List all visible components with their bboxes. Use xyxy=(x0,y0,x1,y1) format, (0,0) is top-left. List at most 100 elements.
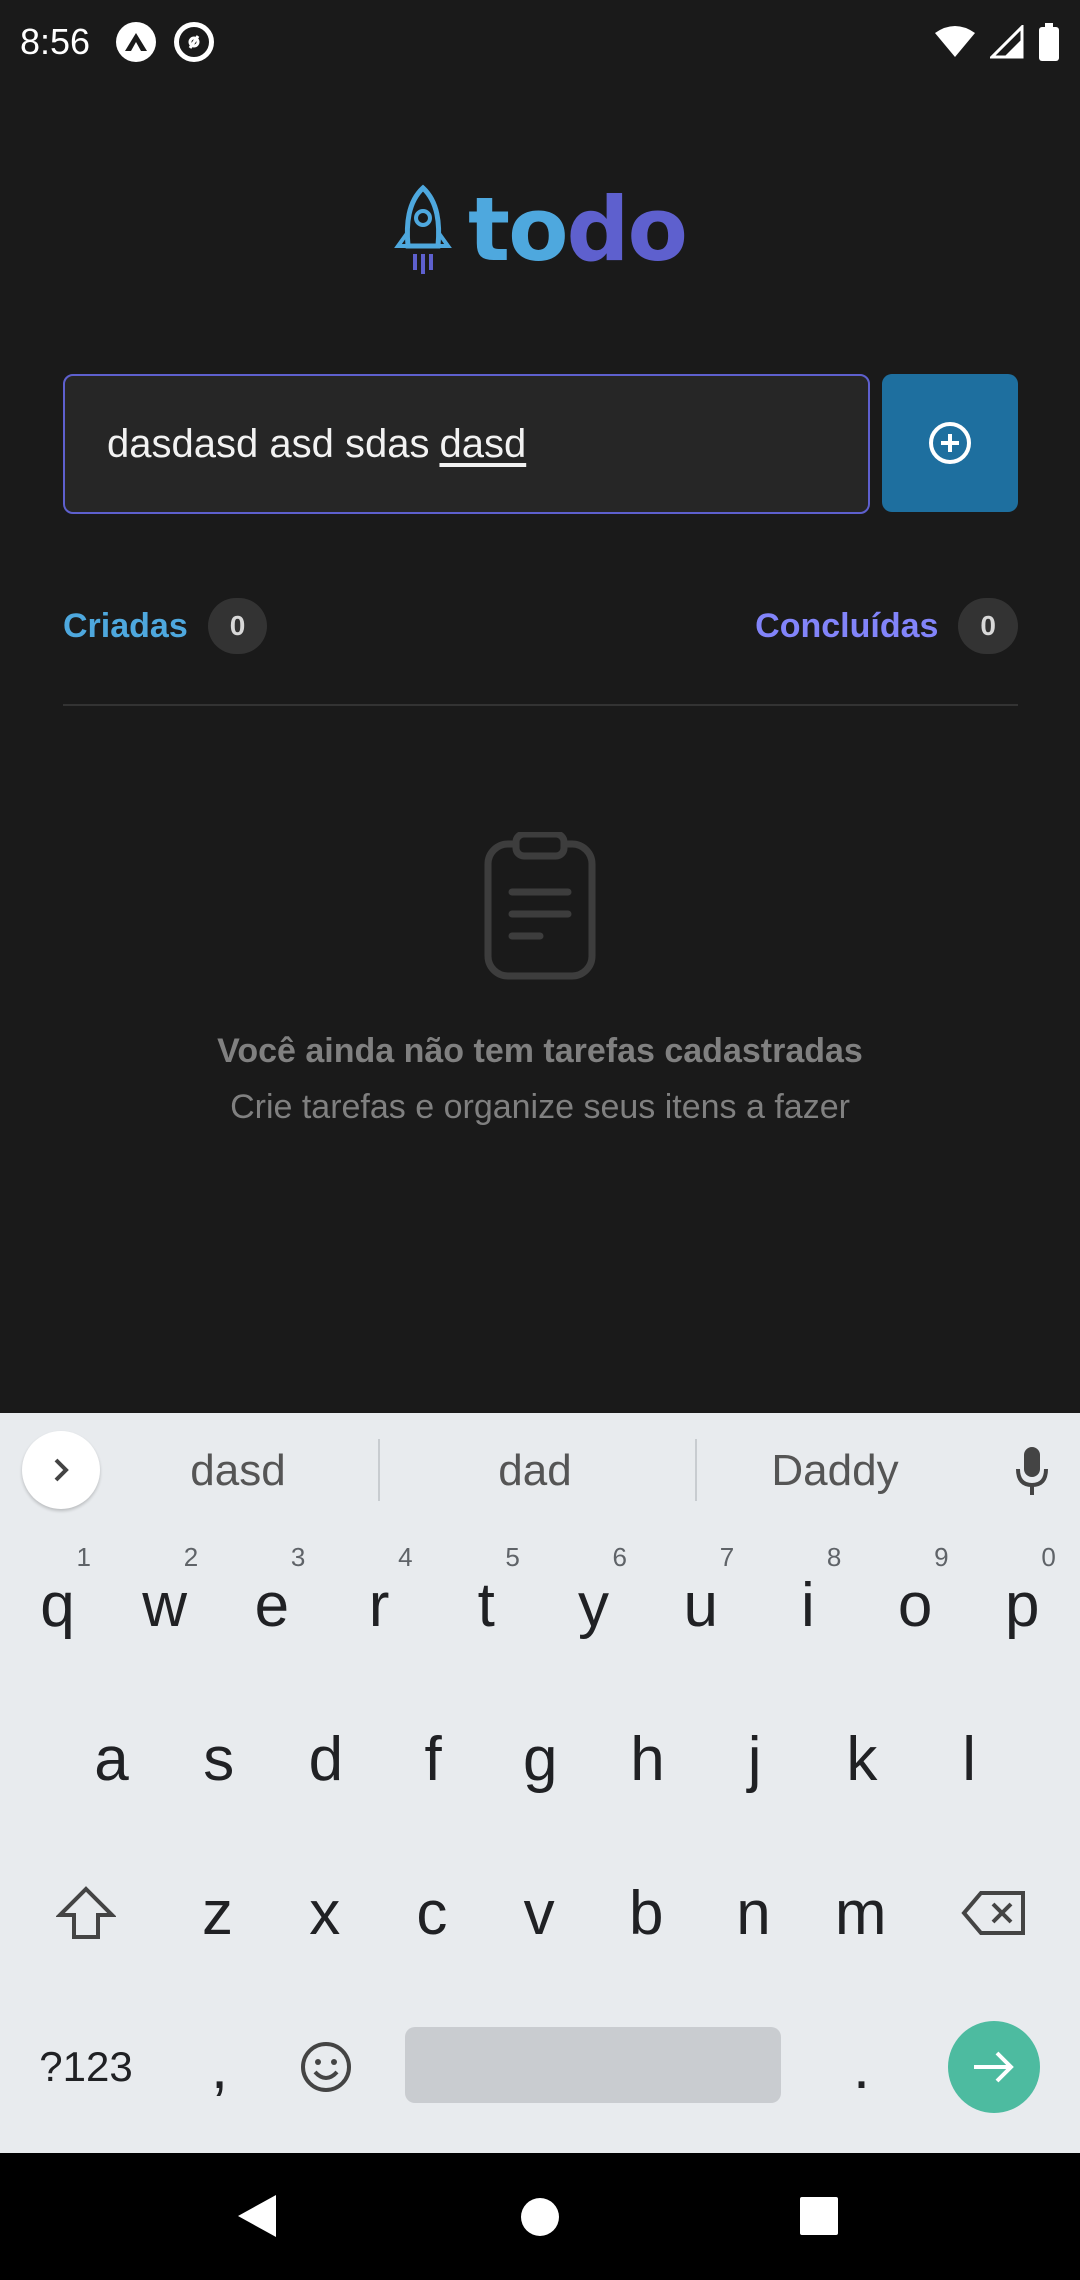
key-number-hint: 0 xyxy=(1041,1542,1056,1572)
key-number-hint: 4 xyxy=(398,1542,413,1572)
key-number-hint: 2 xyxy=(183,1542,199,1572)
key-letter: e xyxy=(254,1570,290,1640)
key-m[interactable]: m xyxy=(807,1836,914,1990)
emoji-icon xyxy=(300,2042,351,2092)
key-letter: q xyxy=(40,1570,75,1640)
key-row-3: zxcvbnm xyxy=(0,1836,1080,1990)
key-s[interactable]: s xyxy=(165,1682,272,1836)
key-number-hint: 8 xyxy=(826,1542,842,1572)
suggestion-2[interactable]: dad xyxy=(385,1413,685,1528)
key-number-hint: 3 xyxy=(290,1542,306,1572)
empty-state-title: Você ainda não tem tarefas cadastradas xyxy=(217,1032,863,1070)
enter-key[interactable] xyxy=(948,2021,1040,2113)
created-counter: Criadas 0 xyxy=(63,598,268,654)
key-e[interactable]: e3 xyxy=(218,1528,325,1682)
key-v[interactable]: v xyxy=(486,1836,593,1990)
status-bar: 8:56 xyxy=(0,0,1080,84)
signal-icon xyxy=(990,25,1024,59)
logo-text: todo xyxy=(468,178,688,281)
new-task-row: dasdasd asd sdas dasd xyxy=(63,374,1018,514)
key-y[interactable]: y6 xyxy=(540,1528,647,1682)
empty-state-subtitle: Crie tarefas e organize seus itens a faz… xyxy=(230,1088,850,1126)
key-number-hint: 7 xyxy=(719,1542,735,1572)
app-logo: todo xyxy=(0,178,1080,281)
microphone-icon[interactable] xyxy=(1014,1445,1050,1497)
at-sign-icon xyxy=(174,22,215,62)
key-u[interactable]: u7 xyxy=(647,1528,754,1682)
done-label: Concluídas xyxy=(755,606,939,645)
suggestion-1[interactable]: dasd xyxy=(88,1413,388,1528)
key-c[interactable]: c xyxy=(378,1836,485,1990)
key-b[interactable]: b xyxy=(593,1836,700,1990)
key-o[interactable]: o9 xyxy=(862,1528,969,1682)
key-z[interactable]: z xyxy=(164,1836,271,1990)
divider xyxy=(63,704,1018,706)
key-x[interactable]: x xyxy=(271,1836,378,1990)
key-letter: t xyxy=(477,1570,495,1640)
key-number-hint: 5 xyxy=(505,1542,520,1572)
period-key[interactable]: . xyxy=(808,1990,915,2144)
key-j[interactable]: j xyxy=(701,1682,808,1836)
key-g[interactable]: g xyxy=(487,1682,594,1836)
backspace-icon xyxy=(960,1891,1025,1935)
key-i[interactable]: i8 xyxy=(754,1528,861,1682)
key-letter: u xyxy=(683,1570,718,1640)
key-a[interactable]: a xyxy=(58,1682,165,1836)
key-k[interactable]: k xyxy=(808,1682,915,1836)
rocket-icon xyxy=(394,184,452,274)
key-number-hint: 1 xyxy=(76,1542,91,1572)
task-input-text: dasdasd asd sdas xyxy=(107,421,430,466)
key-h[interactable]: h xyxy=(594,1682,701,1836)
suggestion-bar: dasd dad Daddy xyxy=(0,1413,1080,1528)
arrow-right-icon xyxy=(974,2051,1014,2083)
created-label: Criadas xyxy=(63,606,188,645)
key-letter: p xyxy=(1005,1570,1040,1640)
shift-key[interactable] xyxy=(32,1836,139,1990)
key-number-hint: 6 xyxy=(612,1542,627,1572)
logo-text-to: to xyxy=(468,178,569,281)
done-count-badge: 0 xyxy=(958,598,1018,654)
created-count-badge: 0 xyxy=(207,598,268,654)
add-task-button[interactable] xyxy=(882,374,1018,512)
key-row-2: asdfghjkl xyxy=(0,1682,1080,1836)
key-number-hint: 9 xyxy=(934,1542,949,1572)
key-p[interactable]: p0 xyxy=(969,1528,1076,1682)
key-letter: i xyxy=(801,1570,815,1640)
key-row-1: q1w2e3r4t5y6u7i8o9p0 xyxy=(0,1528,1080,1682)
symbols-key[interactable]: ?123 xyxy=(32,1990,140,2144)
key-r[interactable]: r4 xyxy=(326,1528,433,1682)
key-letter: w xyxy=(142,1570,188,1640)
wifi-icon xyxy=(935,26,975,57)
comma-key[interactable]: , xyxy=(166,1990,273,2144)
key-w[interactable]: w2 xyxy=(111,1528,218,1682)
plus-circle-icon xyxy=(929,422,971,464)
key-t[interactable]: t5 xyxy=(433,1528,540,1682)
key-d[interactable]: d xyxy=(272,1682,379,1836)
system-nav-bar xyxy=(0,2153,1080,2280)
key-l[interactable]: l xyxy=(916,1682,1023,1836)
recents-icon[interactable] xyxy=(800,2197,838,2235)
task-input-composing-word: dasd xyxy=(439,421,527,466)
chevron-right-icon xyxy=(54,1458,69,1482)
clipboard-icon xyxy=(484,832,596,980)
suggestion-3[interactable]: Daddy xyxy=(685,1413,985,1528)
key-n[interactable]: n xyxy=(700,1836,807,1990)
expo-icon xyxy=(116,22,157,62)
home-icon[interactable] xyxy=(520,2197,560,2237)
key-letter: o xyxy=(897,1570,933,1640)
task-input[interactable]: dasdasd asd sdas dasd xyxy=(63,374,870,514)
done-counter: Concluídas 0 xyxy=(755,598,1018,654)
space-key[interactable] xyxy=(405,2027,781,2103)
key-f[interactable]: f xyxy=(380,1682,487,1836)
emoji-key[interactable] xyxy=(272,1990,379,2144)
battery-icon xyxy=(1039,23,1059,61)
back-icon[interactable] xyxy=(236,2193,278,2239)
shift-icon xyxy=(55,1886,116,1939)
task-counters: Criadas 0 Concluídas 0 xyxy=(63,598,1018,654)
key-letter: y xyxy=(578,1570,609,1640)
suggestion-divider xyxy=(378,1439,380,1501)
key-q[interactable]: q1 xyxy=(4,1528,111,1682)
status-time: 8:56 xyxy=(20,21,91,62)
backspace-key[interactable] xyxy=(940,1836,1047,1990)
logo-text-do: do xyxy=(566,178,688,281)
